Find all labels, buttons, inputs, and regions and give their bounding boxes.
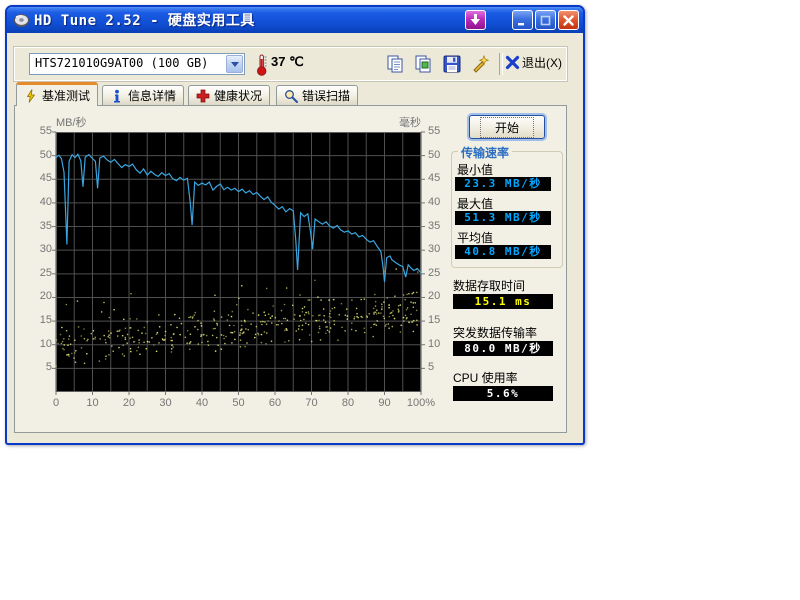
x-tick-0: 0 — [38, 397, 74, 409]
close-icon — [563, 15, 574, 26]
window-title: HD Tune 2.52 - 硬盘实用工具 — [34, 10, 465, 30]
copy-image-button[interactable] — [414, 54, 434, 74]
cpu-usage-display: 5.6% — [453, 386, 553, 401]
max-value-display: 51.3 MB/秒 — [455, 211, 551, 225]
copy-text-button[interactable] — [386, 54, 406, 74]
y-tick-left-45: 45 — [26, 172, 52, 184]
maximize-icon — [540, 15, 551, 26]
y-axis-left-unit: MB/秒 — [56, 114, 87, 130]
toolbar: HTS721010G9AT00 (100 GB) 37 ℃ — [14, 47, 567, 81]
y-tick-left-40: 40 — [26, 196, 52, 208]
exit-label: 退出(X) — [522, 54, 562, 71]
tab-benchmark-label: 基准测试 — [42, 87, 90, 104]
minimize-button[interactable] — [512, 10, 533, 30]
benchmark-chart — [56, 132, 421, 392]
x-tick-100: 100% — [403, 397, 439, 409]
download-button[interactable] — [465, 10, 486, 30]
y-tick-left-5: 5 — [26, 361, 52, 373]
y-tick-left-55: 55 — [26, 125, 52, 137]
start-button[interactable]: 开始 — [469, 115, 545, 139]
x-tick-40: 40 — [184, 397, 220, 409]
x-tick-60: 60 — [257, 397, 293, 409]
y-tick-left-30: 30 — [26, 243, 52, 255]
title-bar[interactable]: HD Tune 2.52 - 硬盘实用工具 — [7, 7, 583, 33]
burst-rate-display: 80.0 MB/秒 — [453, 341, 553, 356]
benchmark-page: MB/秒 毫秒 555045403530252015105 5550454035… — [14, 105, 567, 433]
health-cross-icon — [196, 89, 210, 103]
hard-disk-icon — [13, 12, 30, 29]
temperature-value: 37 ℃ — [271, 54, 304, 70]
y-tick-left-50: 50 — [26, 149, 52, 161]
x-tick-50: 50 — [221, 397, 257, 409]
min-value-label: 最小值 — [457, 161, 493, 178]
combo-dropdown-button[interactable] — [226, 55, 243, 73]
hdtune-window: HD Tune 2.52 - 硬盘实用工具 — [5, 5, 585, 445]
y-tick-left-20: 20 — [26, 290, 52, 302]
access-time-display: 15.1 ms — [453, 294, 553, 309]
transfer-rate-group-title: 传输速率 — [458, 144, 512, 161]
x-tick-20: 20 — [111, 397, 147, 409]
min-value-display: 23.3 MB/秒 — [455, 177, 551, 191]
burst-rate-label: 突发数据传输率 — [453, 324, 537, 341]
drive-select-value: HTS721010G9AT00 (100 GB) — [35, 56, 208, 70]
maximize-button[interactable] — [535, 10, 556, 30]
x-tick-10: 10 — [75, 397, 111, 409]
tab-health[interactable]: 健康状况 — [188, 85, 270, 105]
exit-button[interactable]: 退出(X) — [505, 54, 562, 71]
y-tick-left-10: 10 — [26, 338, 52, 350]
tab-benchmark[interactable]: 基准测试 — [16, 82, 98, 106]
info-icon — [110, 89, 124, 103]
x-tick-90: 90 — [367, 397, 403, 409]
down-arrow-icon — [470, 14, 481, 26]
y-tick-left-25: 25 — [26, 267, 52, 279]
tab-info-label: 信息详情 — [128, 87, 176, 104]
drive-select[interactable]: HTS721010G9AT00 (100 GB) — [29, 53, 245, 75]
start-button-label: 开始 — [480, 117, 534, 138]
benchmark-lightning-icon — [24, 89, 38, 103]
tab-error-scan[interactable]: 错误扫描 — [276, 85, 358, 105]
thermometer-icon — [255, 53, 268, 76]
options-button[interactable] — [470, 54, 490, 74]
cpu-usage-label: CPU 使用率 — [453, 369, 518, 386]
minimize-icon — [517, 15, 528, 26]
exit-x-icon — [505, 55, 520, 70]
x-tick-70: 70 — [294, 397, 330, 409]
avg-value-label: 平均值 — [457, 229, 493, 246]
toolbar-separator — [499, 53, 503, 75]
tab-info[interactable]: 信息详情 — [102, 85, 184, 105]
benchmark-plot — [56, 132, 421, 392]
close-button[interactable] — [558, 10, 579, 30]
y-tick-right-55: 55 — [428, 125, 458, 137]
tab-error-scan-label: 错误扫描 — [302, 87, 350, 104]
x-tick-30: 30 — [148, 397, 184, 409]
avg-value-display: 40.8 MB/秒 — [455, 245, 551, 259]
access-time-label: 数据存取时间 — [453, 277, 525, 294]
max-value-label: 最大值 — [457, 195, 493, 212]
x-tick-80: 80 — [330, 397, 366, 409]
save-button[interactable] — [442, 54, 462, 74]
y-axis-right-unit: 毫秒 — [391, 114, 421, 130]
tab-health-label: 健康状况 — [214, 87, 262, 104]
y-tick-left-15: 15 — [26, 314, 52, 326]
magnifier-icon — [284, 89, 298, 103]
y-tick-left-35: 35 — [26, 220, 52, 232]
